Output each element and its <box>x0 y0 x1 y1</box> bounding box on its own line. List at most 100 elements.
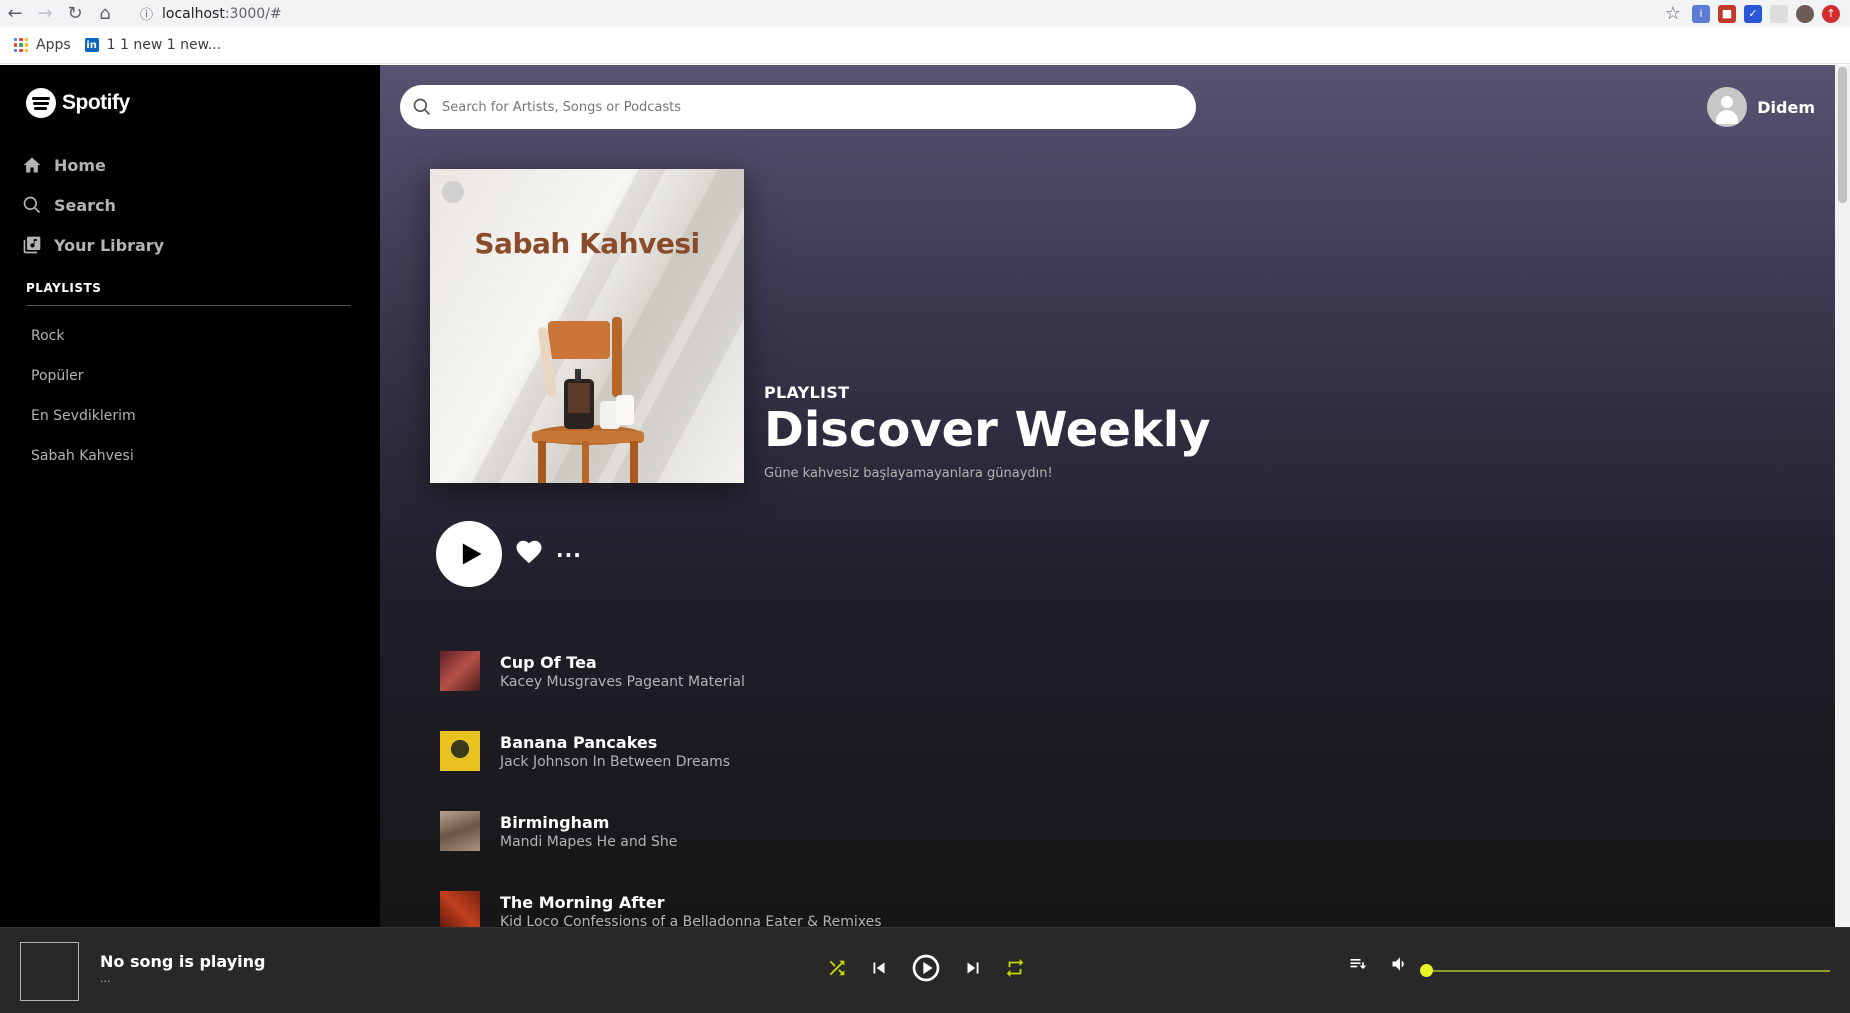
logo-text: Spotify <box>62 91 130 114</box>
url-path: :3000/# <box>224 5 282 22</box>
address-bar[interactable]: ⓘ localhost :3000/# <box>140 1 1635 26</box>
playlist-actions: ... <box>436 521 582 587</box>
nav-label: Search <box>54 195 116 215</box>
search-icon <box>413 98 431 116</box>
nav-label: Home <box>54 155 106 175</box>
extension-icon[interactable] <box>1770 4 1788 23</box>
update-icon[interactable]: ↑ <box>1822 4 1840 23</box>
playback-controls <box>826 952 1026 988</box>
volume-slider[interactable] <box>1428 970 1830 972</box>
main-content: Search for Artists, Songs or Podcasts Di… <box>380 65 1835 927</box>
track-title: The Morning After <box>500 892 665 912</box>
bookmarks-bar: Apps in 1 1 new 1 new... <box>0 27 1850 64</box>
user-menu[interactable]: Didem <box>1707 87 1815 127</box>
back-icon[interactable]: ← <box>0 0 30 27</box>
playlist-title: Discover Weekly <box>764 402 1211 458</box>
nav-label: Your Library <box>54 235 165 255</box>
repeat-icon <box>1006 958 1024 978</box>
search-input[interactable]: Search for Artists, Songs or Podcasts <box>442 100 681 115</box>
track-art <box>440 891 480 927</box>
playlist-item[interactable]: En Sevdiklerim <box>31 408 136 448</box>
track-artist-album: Kacey Musgraves Pageant Material <box>500 673 745 690</box>
play-pause-button[interactable] <box>910 952 942 988</box>
user-name: Didem <box>1757 97 1815 117</box>
volume-slider-handle[interactable] <box>1420 964 1433 977</box>
spotify-logo-icon <box>26 88 56 118</box>
forward-icon[interactable]: → <box>30 0 60 27</box>
track-art <box>440 811 480 851</box>
volume-icon <box>1392 957 1404 971</box>
playlist-item[interactable]: Popüler <box>31 368 136 408</box>
track-title: Birmingham <box>500 812 610 832</box>
track-title: Cup Of Tea <box>500 652 597 672</box>
library-icon <box>23 236 41 254</box>
previous-button[interactable] <box>868 957 890 983</box>
home-browser-icon[interactable]: ⌂ <box>90 0 120 27</box>
like-button[interactable] <box>514 537 544 571</box>
playlist-cover: Sabah Kahvesi <box>430 169 744 483</box>
now-playing-artist: ... <box>100 972 111 985</box>
playlist-item[interactable]: Rock <box>31 328 136 368</box>
playlists-heading: PLAYLISTS <box>26 281 102 295</box>
extension-icon[interactable]: ■ <box>1718 4 1736 23</box>
track-artist-album: Jack Johnson In Between Dreams <box>500 753 731 770</box>
volume-button[interactable] <box>1390 954 1410 978</box>
scrollbar[interactable] <box>1835 65 1850 927</box>
play-circle-icon <box>912 954 940 982</box>
next-icon <box>967 962 979 974</box>
track-row[interactable]: The Morning After Kid Loco Confessions o… <box>440 871 882 927</box>
playlist-list: Rock Popüler En Sevdiklerim Sabah Kahves… <box>31 328 136 488</box>
url-host: localhost <box>162 5 225 22</box>
next-button[interactable] <box>962 957 984 983</box>
search-bar[interactable]: Search for Artists, Songs or Podcasts <box>400 85 1196 129</box>
profile-avatar-icon[interactable] <box>1796 4 1814 23</box>
more-options-icon[interactable]: ... <box>556 538 582 562</box>
sidebar: Spotify Home Search Your Library PLAYLIS… <box>0 65 380 927</box>
shuffle-icon <box>829 960 845 976</box>
extension-icon[interactable]: i <box>1692 4 1710 23</box>
previous-icon <box>873 962 885 974</box>
apps-grid-icon <box>14 38 28 52</box>
now-playing-title: No song is playing <box>100 952 266 971</box>
bookmark-linkedin[interactable]: in 1 1 new 1 new... <box>84 37 222 53</box>
main-nav: Home Search Your Library <box>22 145 164 265</box>
track-row[interactable]: Cup Of Tea Kacey Musgraves Pageant Mater… <box>440 631 882 711</box>
play-button[interactable] <box>436 521 502 587</box>
track-artist-album: Mandi Mapes He and She <box>500 833 678 850</box>
heart-icon <box>516 540 542 564</box>
track-artist-album: Kid Loco Confessions of a Belladonna Eat… <box>500 913 882 928</box>
player-bar: No song is playing ... <box>0 927 1850 1013</box>
track-row[interactable]: Birmingham Mandi Mapes He and She <box>440 791 882 871</box>
nav-search[interactable]: Search <box>22 185 164 225</box>
nav-home[interactable]: Home <box>22 145 164 185</box>
extension-icon[interactable]: ✓ <box>1744 4 1762 23</box>
bookmark-label: 1 1 new 1 new... <box>106 37 222 53</box>
queue-icon <box>1350 959 1367 969</box>
bookmark-label: Apps <box>36 37 71 53</box>
playlist-meta: PLAYLIST Discover Weekly Güne kahvesiz b… <box>764 383 1211 481</box>
playlist-item[interactable]: Sabah Kahvesi <box>31 448 136 488</box>
linkedin-icon: in <box>84 38 99 52</box>
reload-icon[interactable]: ↻ <box>60 0 90 27</box>
playlist-type: PLAYLIST <box>764 383 850 402</box>
spotify-app: Spotify Home Search Your Library PLAYLIS… <box>0 65 1850 1013</box>
browser-toolbar: ← → ↻ ⌂ ⓘ localhost :3000/# ☆ i ■ ✓ ↑ <box>0 0 1850 27</box>
scrollbar-thumb[interactable] <box>1838 67 1847 203</box>
track-list: Cup Of Tea Kacey Musgraves Pageant Mater… <box>440 631 882 927</box>
search-icon <box>23 196 41 214</box>
queue-button[interactable] <box>1348 954 1368 978</box>
shuffle-button[interactable] <box>826 957 848 983</box>
bookmark-star-icon[interactable]: ☆ <box>1662 3 1684 24</box>
track-row[interactable]: Banana Pancakes Jack Johnson In Between … <box>440 711 882 791</box>
info-icon[interactable]: ⓘ <box>140 4 162 23</box>
playlist-description: Güne kahvesiz başlayamayanlara günaydın! <box>764 466 1053 481</box>
spotify-logo[interactable]: Spotify <box>26 79 140 127</box>
track-title: Banana Pancakes <box>500 732 658 752</box>
now-playing-art <box>20 942 79 1001</box>
repeat-button[interactable] <box>1004 957 1026 983</box>
play-icon <box>462 543 482 565</box>
nav-library[interactable]: Your Library <box>22 225 164 265</box>
avatar <box>1707 87 1748 127</box>
bookmark-apps[interactable]: Apps <box>14 37 71 53</box>
track-art <box>440 731 480 771</box>
